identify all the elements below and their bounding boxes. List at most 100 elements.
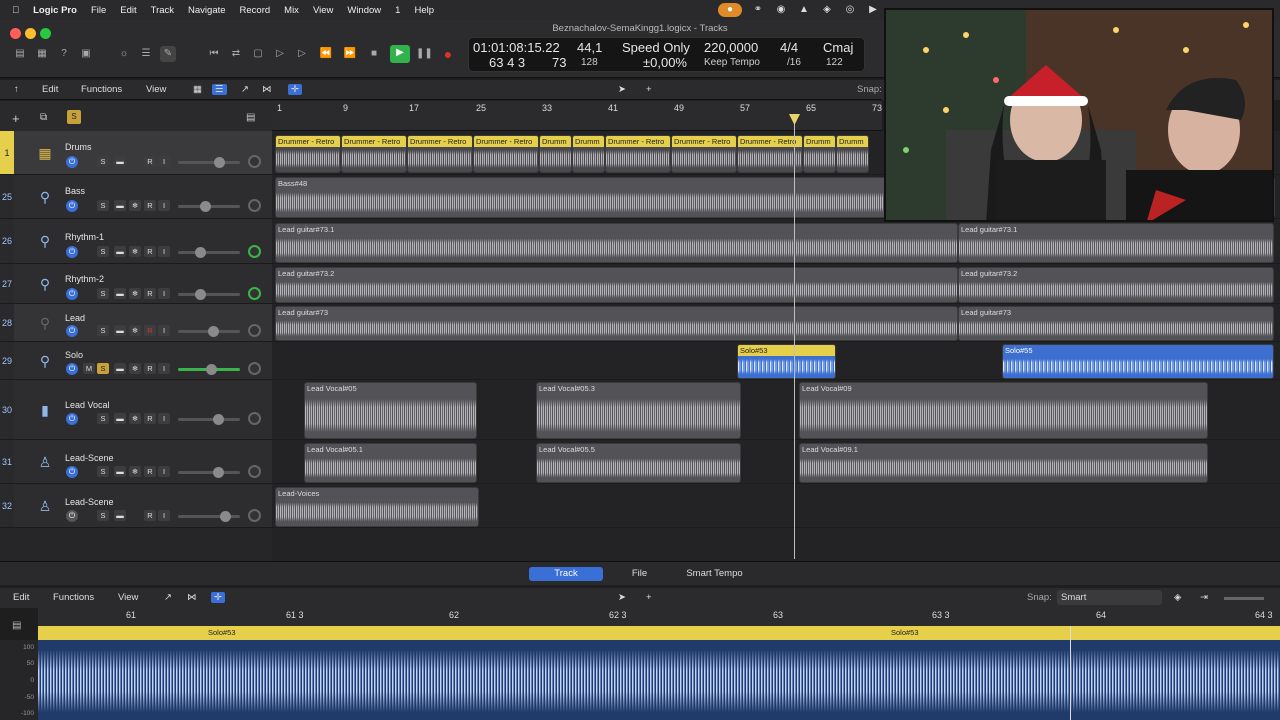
drummer-region[interactable]: Drummer - Retro <box>407 135 473 173</box>
tab-smart-tempo[interactable]: Smart Tempo <box>677 567 752 581</box>
fader-knob[interactable] <box>206 364 217 375</box>
help-icon[interactable]: ? <box>56 46 72 62</box>
record-button[interactable]: ● <box>440 46 456 62</box>
freeze-icon[interactable]: ❄ <box>129 363 141 374</box>
power-icon[interactable]: ⏻ <box>66 200 78 212</box>
volume-fader[interactable] <box>178 467 240 478</box>
microphone-icon[interactable]: ● <box>718 3 742 17</box>
track-name[interactable]: Solo <box>65 350 83 360</box>
volume-fader[interactable] <box>178 247 240 258</box>
power-icon[interactable]: ⏻ <box>66 510 78 522</box>
tab-file[interactable]: File <box>612 567 667 581</box>
record-enable-button[interactable]: R <box>144 510 156 521</box>
audio-region[interactable]: Lead Vocal#09 <box>799 382 1208 439</box>
pan-knob[interactable] <box>248 465 261 478</box>
volume-fader[interactable] <box>178 289 240 300</box>
input-monitor-button[interactable]: I <box>158 413 170 424</box>
duplicate-track-icon[interactable]: ⧉ <box>40 112 47 123</box>
mute-button[interactable]: M <box>83 363 95 374</box>
editor-automation-icon[interactable]: ↗ <box>164 592 172 603</box>
replace-icon[interactable]: ⇄ <box>228 46 244 62</box>
record-enable-button[interactable]: R <box>144 200 156 211</box>
pan-knob[interactable] <box>248 412 261 425</box>
audio-region[interactable]: Lead guitar#73 <box>275 306 958 341</box>
track-header-lead-scene-2[interactable]: 32 ♙ Lead-Scene ⏻ S ▬ R I <box>0 484 272 528</box>
menu-track[interactable]: Track <box>151 5 174 16</box>
lock-icon[interactable]: ▬ <box>114 288 126 299</box>
solo-button[interactable]: S <box>97 510 109 521</box>
rewind-icon[interactable]: ⏪ <box>318 46 334 62</box>
power-icon[interactable]: ⏻ <box>66 246 78 258</box>
drummer-region[interactable]: Drumm <box>836 135 869 173</box>
freeze-icon[interactable]: ❄ <box>129 246 141 257</box>
fader-knob[interactable] <box>220 511 231 522</box>
solo-button[interactable]: S <box>97 413 109 424</box>
record-enable-button[interactable]: R <box>144 156 156 167</box>
input-monitor-button[interactable]: I <box>158 466 170 477</box>
power-icon[interactable]: ⏻ <box>66 288 78 300</box>
fader-knob[interactable] <box>200 201 211 212</box>
track-header-rhythm-1[interactable]: 26 ⚲ Rhythm-1 ⏻ S ▬ ❄ R I <box>0 219 272 264</box>
functions-menu[interactable]: Functions <box>81 84 122 95</box>
track-header-bass[interactable]: 25 ⚲ Bass ⏻ S ▬ ❄ R I <box>0 175 272 219</box>
record-enable-button[interactable]: R <box>144 363 156 374</box>
power-icon[interactable]: ⏻ <box>66 325 78 337</box>
catch-icon[interactable]: ✛ <box>288 84 302 95</box>
audio-region[interactable]: Lead guitar#73.2 <box>958 267 1274 303</box>
pan-knob[interactable] <box>248 362 261 375</box>
record-enable-button[interactable]: R <box>144 325 156 336</box>
pan-knob[interactable] <box>248 324 261 337</box>
solo-button[interactable]: S <box>97 200 109 211</box>
flex-icon[interactable]: ⋈ <box>262 84 272 95</box>
editor-track-icon[interactable]: ▤ <box>12 620 21 631</box>
play-from-icon[interactable]: ▷ <box>272 46 288 62</box>
freeze-icon[interactable]: ❄ <box>129 325 141 336</box>
track-name[interactable]: Drums <box>65 142 92 152</box>
fader-knob[interactable] <box>213 467 224 478</box>
go-to-start-icon[interactable]: ⏮ <box>206 46 222 62</box>
audio-region[interactable]: Lead Vocal#05.3 <box>536 382 741 439</box>
track-header-lead-scene-1[interactable]: 31 ♙ Lead-Scene ⏻ S ▬ ❄ R I <box>0 440 272 484</box>
fader-knob[interactable] <box>214 157 225 168</box>
wifi-icon[interactable]: ◈ <box>820 3 834 17</box>
editor-edit-menu[interactable]: Edit <box>13 592 29 603</box>
menu-view[interactable]: View <box>313 5 333 16</box>
editor-view-menu[interactable]: View <box>118 592 138 603</box>
lock-icon[interactable]: ▬ <box>114 200 126 211</box>
pan-knob[interactable] <box>248 155 261 168</box>
freeze-icon[interactable]: ❄ <box>129 466 141 477</box>
freeze-icon[interactable]: ❄ <box>129 200 141 211</box>
power-icon[interactable]: ⏻ <box>66 363 78 375</box>
track-header-lead[interactable]: 28 ⚲ Lead ⏻ S ▬ ❄ R I <box>0 304 272 342</box>
back-icon[interactable]: ↑ <box>14 84 19 95</box>
power-icon[interactable]: ⏻ <box>66 156 78 168</box>
editor-waveform[interactable] <box>38 640 1280 720</box>
freeze-icon[interactable]: ❄ <box>129 288 141 299</box>
playhead[interactable] <box>794 115 795 559</box>
app-menu[interactable]: Logic Pro <box>33 5 77 16</box>
editor-functions-menu[interactable]: Functions <box>53 592 94 603</box>
audio-region[interactable]: Lead-Voices <box>275 487 479 527</box>
solo-button[interactable]: S <box>97 246 109 257</box>
fader-knob[interactable] <box>195 247 206 258</box>
track-header-drums[interactable]: 1 ▦ Drums ⏻ S ▬ R I <box>0 131 272 175</box>
audio-region[interactable]: Lead guitar#73.1 <box>275 223 958 263</box>
list-view-icon[interactable]: ☰ <box>212 84 227 95</box>
snap-dropdown[interactable]: Smart <box>1057 590 1162 605</box>
track-name[interactable]: Lead-Scene <box>65 497 114 507</box>
volume-fader[interactable] <box>178 201 240 212</box>
volume-fader[interactable] <box>178 326 240 337</box>
drummer-region[interactable]: Drumm <box>539 135 572 173</box>
global-tracks-icon[interactable]: ▤ <box>246 112 255 123</box>
solo-button[interactable]: S <box>97 466 109 477</box>
freeze-icon[interactable]: ❄ <box>129 413 141 424</box>
tab-track[interactable]: Track <box>529 567 603 581</box>
input-monitor-button[interactable]: I <box>158 200 170 211</box>
pause-icon[interactable]: ❚❚ <box>416 46 433 62</box>
drummer-region[interactable]: Drummer - Retro <box>473 135 539 173</box>
input-monitor-button[interactable]: I <box>158 363 170 374</box>
fader-knob[interactable] <box>195 289 206 300</box>
volume-fader[interactable] <box>178 157 240 168</box>
record-enable-button[interactable]: R <box>144 288 156 299</box>
fit-icon[interactable]: ⇥ <box>1200 592 1208 603</box>
